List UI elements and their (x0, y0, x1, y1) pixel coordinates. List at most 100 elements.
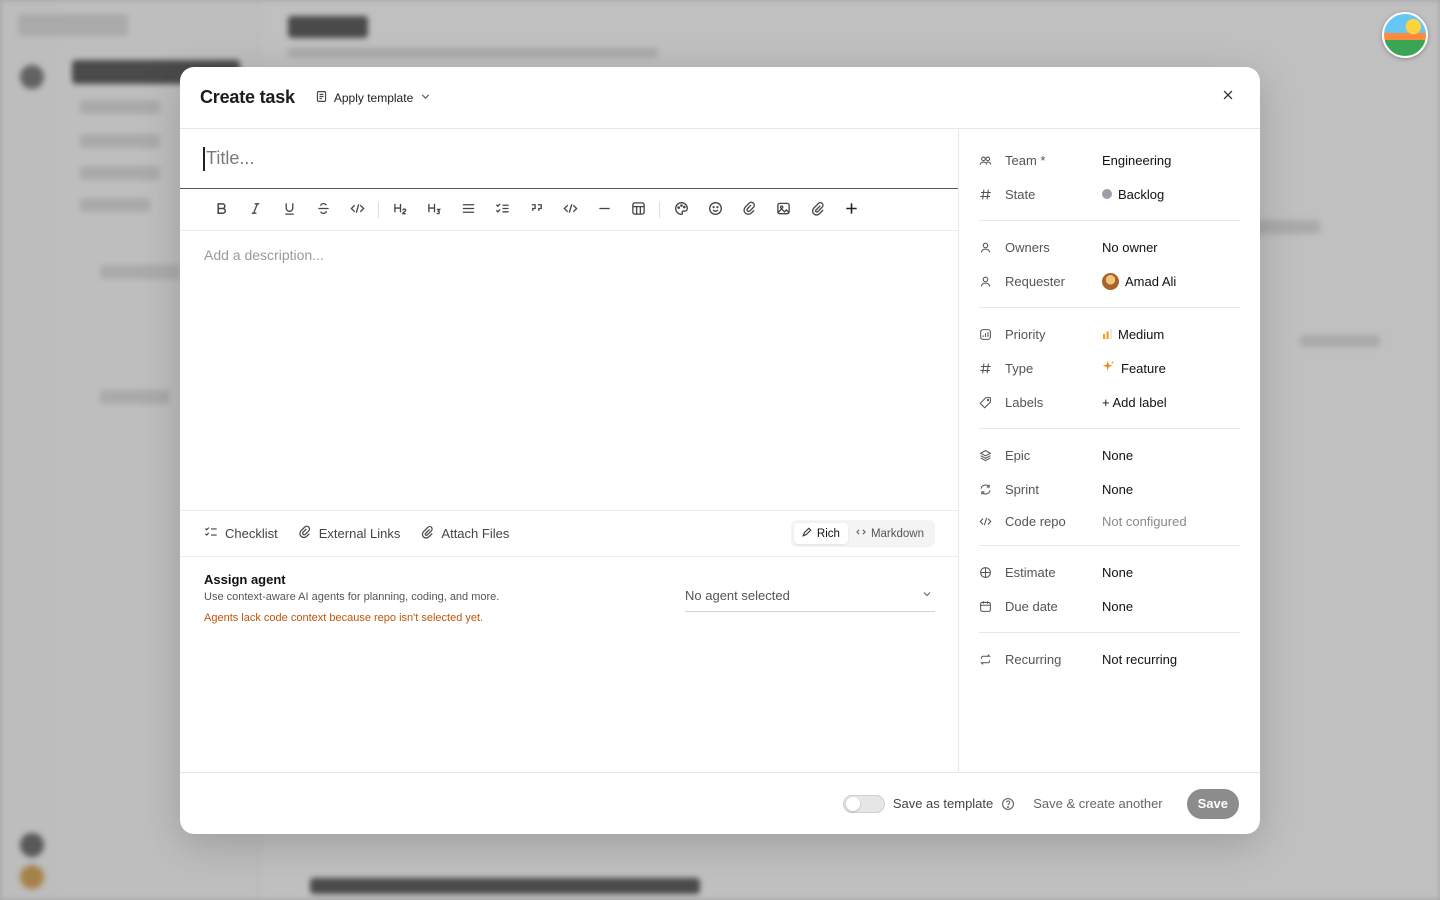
checklist-icon (204, 525, 218, 542)
paperclip-icon (420, 525, 434, 542)
emoji-button[interactable] (698, 196, 732, 224)
editor-panel: Add a description... Checklist External … (180, 129, 959, 772)
save-as-template-toggle[interactable] (842, 794, 885, 813)
team-icon (979, 154, 1005, 167)
heading-3-button[interactable] (417, 196, 451, 224)
inline-code-button[interactable] (340, 196, 374, 224)
estimate-value[interactable]: None (1102, 565, 1133, 580)
labels-label: Labels (1005, 394, 1044, 410)
assign-agent-subtitle: Use context-aware AI agents for planning… (204, 591, 500, 603)
horizontal-rule-icon (597, 201, 612, 219)
code-block-button[interactable] (553, 196, 587, 224)
heading-2-icon (393, 201, 408, 219)
checklist-icon (495, 201, 510, 219)
priority-property: Priority Medium (979, 317, 1240, 351)
markdown-mode-label: Markdown (870, 527, 924, 540)
code-block-icon (562, 201, 578, 219)
modal-header: Create task Apply template (180, 67, 1260, 129)
state-value-text: Backlog (1118, 186, 1165, 202)
requester-value[interactable]: Amad Ali (1102, 272, 1176, 290)
table-button[interactable] (621, 196, 655, 224)
properties-divider (979, 428, 1240, 429)
strikethrough-button[interactable] (306, 196, 340, 224)
checklist-button[interactable] (485, 196, 519, 224)
image-icon (776, 201, 791, 219)
help-icon[interactable] (1001, 797, 1015, 811)
team-property: Team * Engineering (979, 143, 1240, 177)
priority-label: Priority (1005, 326, 1046, 342)
modal-title: Create task (200, 87, 295, 107)
requester-property: Requester Amad Ali (979, 264, 1240, 298)
sprint-value[interactable]: None (1102, 482, 1133, 497)
owners-value[interactable]: No owner (1102, 240, 1158, 255)
bullet-list-button[interactable] (451, 196, 485, 224)
more-button[interactable] (834, 196, 868, 224)
blockquote-button[interactable] (519, 196, 553, 224)
color-button[interactable] (664, 196, 698, 224)
attach-files-label: Attach Files (441, 526, 510, 541)
priority-value-text: Medium (1118, 326, 1165, 342)
code-repo-value[interactable]: Not configured (1102, 514, 1187, 529)
checklist-action[interactable]: Checklist (204, 525, 278, 542)
code-repo-property: Code repo Not configured (979, 506, 1240, 536)
editor-mode-switch: Rich Markdown (790, 520, 935, 547)
save-as-template-label: Save as template (892, 796, 994, 811)
divider-button[interactable] (587, 196, 621, 224)
bold-icon (214, 201, 229, 219)
code-icon (856, 527, 866, 540)
properties-divider (979, 307, 1240, 308)
add-label-button[interactable]: + Add label (1102, 395, 1167, 410)
rich-mode-option[interactable]: Rich (793, 523, 848, 544)
modal-footer: Save as template Save & create another S… (180, 772, 1260, 834)
paperclip-icon (810, 201, 825, 219)
priority-value[interactable]: Medium (1102, 327, 1164, 342)
recurring-value[interactable]: Not recurring (1102, 652, 1177, 667)
type-value[interactable]: Feature (1102, 360, 1166, 376)
properties-divider (979, 220, 1240, 221)
user-avatar[interactable] (1382, 12, 1428, 58)
cycle-icon (979, 483, 1005, 496)
team-value[interactable]: Engineering (1102, 153, 1171, 168)
estimate-property: Estimate None (979, 555, 1240, 589)
type-label: Type (1005, 360, 1034, 376)
description-editor[interactable]: Add a description... (180, 231, 958, 510)
properties-divider (979, 545, 1240, 546)
heading-3-icon (427, 201, 442, 219)
bold-button[interactable] (204, 196, 238, 224)
external-links-action[interactable]: External Links (298, 525, 400, 542)
labels-property: Labels + Add label (979, 385, 1240, 419)
heading-2-button[interactable] (383, 196, 417, 224)
save-and-create-another-button[interactable]: Save & create another (1033, 796, 1162, 811)
user-icon (979, 275, 1005, 288)
avatar (1102, 272, 1119, 290)
hash-icon (979, 362, 1005, 375)
recurring-property: Recurring Not recurring (979, 642, 1240, 676)
attachment-bar: Checklist External Links Attach Files Ri… (180, 510, 958, 557)
apply-template-button[interactable]: Apply template (315, 90, 432, 106)
type-value-text: Feature (1121, 360, 1166, 376)
markdown-mode-option[interactable]: Markdown (848, 523, 932, 544)
link-icon (298, 525, 312, 542)
italic-button[interactable] (238, 196, 272, 224)
create-task-modal: Create task Apply template Title... Add … (180, 67, 1260, 834)
agent-warning: Agents lack code context because repo is… (204, 612, 484, 624)
image-button[interactable] (766, 196, 800, 224)
agent-select[interactable]: No agent selected (685, 580, 935, 612)
state-value[interactable]: Backlog (1102, 187, 1164, 202)
chevron-down-icon (419, 90, 432, 106)
hash-icon (979, 188, 1005, 201)
attach-files-action[interactable]: Attach Files (420, 525, 509, 542)
attachment-button[interactable] (800, 196, 834, 224)
underline-button[interactable] (272, 196, 306, 224)
formatting-toolbar (180, 189, 958, 231)
title-input[interactable] (203, 146, 958, 171)
sparkle-icon (1102, 360, 1115, 376)
close-button[interactable] (1216, 86, 1240, 110)
epic-value[interactable]: None (1102, 448, 1133, 463)
save-button[interactable]: Save (1186, 788, 1239, 819)
link-button[interactable] (732, 196, 766, 224)
template-icon (315, 90, 328, 106)
close-icon (1221, 88, 1235, 107)
due-date-value[interactable]: None (1102, 599, 1133, 614)
owners-property: Owners No owner (979, 230, 1240, 264)
